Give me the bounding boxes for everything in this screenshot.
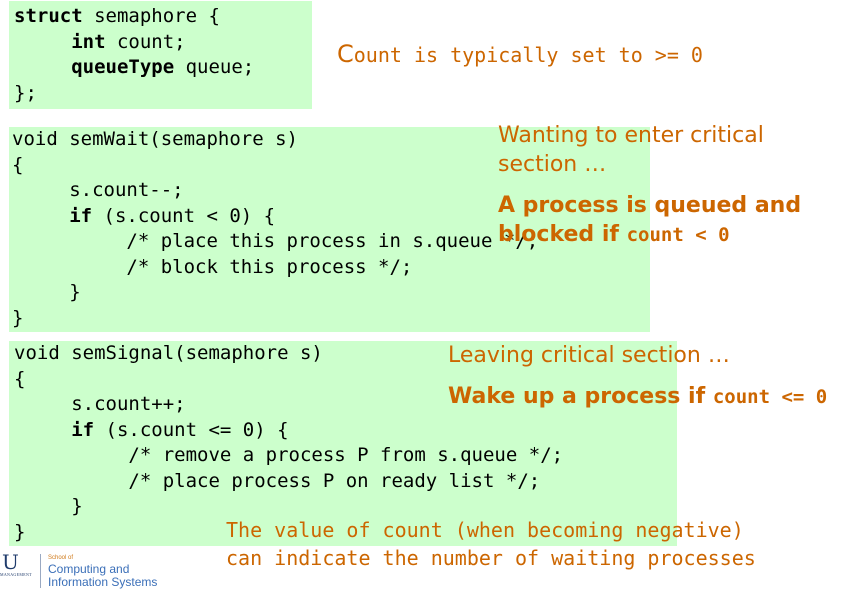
semsignal-line3: s.count++; [14,393,186,415]
struct-keyword: struct [14,5,83,27]
semwait-line3: s.count--; [12,179,184,201]
semwait-line1: void semWait(semaphore s) [12,128,298,150]
struct-note: Count is typically set to >= 0 [337,40,703,68]
semsignal-if-keyword: if [71,418,95,441]
bottom-note-line2: can indicate the number of waiting proce… [226,546,756,570]
semwait-note: Wanting to enter critical section … [498,123,764,177]
semwait-line4-rest: (s.count < 0) { [92,204,276,227]
semsignal-line1: void semSignal(semaphore s) [14,342,323,364]
semwait-code: void semWait(semaphore s) { s.count--; i… [12,127,538,331]
semsignal-line6: /* place process P on ready list */; [14,469,541,492]
semsignal-bold-note: Wake up a process if count <= 0 [448,382,828,412]
semwait-line5: /* place this process in s.queue */; [12,230,539,252]
semsignal-line8: } [14,520,26,543]
university-logo-letter: U [2,550,19,574]
semwait-bold-note: A process is queued and blocked if count… [498,191,848,250]
school-of-label: School of [48,555,74,561]
struct-line1-rest: semaphore { [82,5,220,27]
school-name: Computing and Information Systems [48,563,157,589]
semsignal-line2: { [14,367,26,390]
semsignal-line4-rest: (s.count <= 0) { [94,418,289,441]
semsignal-bold-text: Wake up a process if [448,384,713,409]
struct-line3-rest: queue; [174,56,255,78]
school-name-line2: Information Systems [48,575,158,589]
int-keyword: int [71,30,106,53]
semwait-line6: /* block this process */; [12,255,413,278]
logo-divider [40,554,41,588]
struct-line4: }; [14,81,37,104]
semwait-if-keyword: if [69,204,93,227]
semsignal-bold-code: count <= 0 [712,386,828,408]
struct-code: struct semaphore { int count; queueType … [14,4,254,106]
struct-note-first-letter: C [337,40,354,68]
semsignal-code: void semSignal(semaphore s) { s.count++;… [14,341,563,545]
semwait-line7: } [12,281,81,303]
school-logo: U MANAGEMENT School of Computing and Inf… [0,548,170,589]
struct-line2-rest: count; [105,30,186,53]
semwait-line2: { [12,153,24,176]
semwait-line8: } [12,306,24,329]
struct-note-rest: ount is typically set to >= 0 [353,43,703,67]
queuetype-keyword: queueType [71,56,175,78]
semwait-bold-code: count < 0 [626,224,730,246]
semsignal-note: Leaving critical section … [448,343,730,368]
bottom-note-line1: The value of count (when becoming negati… [226,518,744,542]
university-logo-tagline: MANAGEMENT [0,572,32,577]
semsignal-line7: } [14,495,83,517]
semsignal-line5: /* remove a process P from s.queue */; [14,444,564,466]
